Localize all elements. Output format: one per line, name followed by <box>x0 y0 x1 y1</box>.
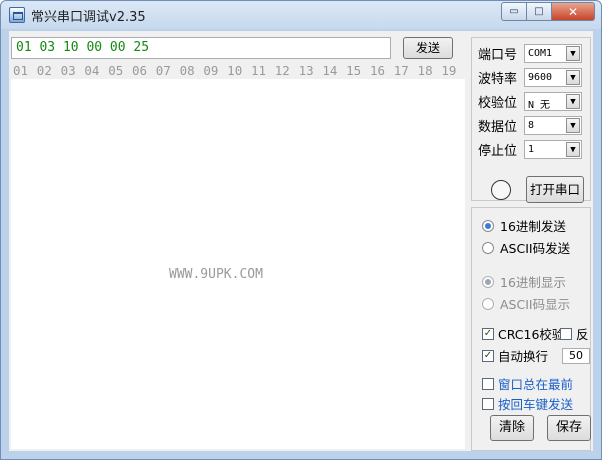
send-input[interactable]: 01 03 10 00 00 25 <box>11 37 391 59</box>
ruler-index: 12 <box>274 63 290 78</box>
send-ascii-label: ASCII码发送 <box>500 241 571 256</box>
baud-select[interactable]: 9600 ▼ <box>524 68 582 87</box>
databits-value: 8 <box>528 120 535 131</box>
port-value: COM1 <box>528 48 553 59</box>
port-select[interactable]: COM1 ▼ <box>524 44 582 63</box>
stopbits-value: 1 <box>528 144 535 155</box>
window-controls: ▭ □ ✕ <box>501 2 595 21</box>
app-icon[interactable] <box>9 7 25 23</box>
baud-label: 波特率 <box>478 72 518 87</box>
checkbox-icon <box>482 377 494 390</box>
reverse-option[interactable]: 反 <box>560 324 589 343</box>
client-area: 01 03 10 00 00 25 发送 01 02 03 04 05 06 07 08 09 1… <box>9 31 593 451</box>
ruler-index: 17 <box>393 63 409 78</box>
close-icon: ✕ <box>567 4 579 19</box>
receive-area[interactable]: WWW.9UPK.COM <box>11 79 465 449</box>
app-window: 常兴串口调试v2.35 ▭ □ ✕ 01 03 10 00 00 25 发送 0… <box>0 0 602 460</box>
title-bar[interactable]: 常兴串口调试v2.35 ▭ □ ✕ <box>1 1 601 29</box>
ruler-index: 03 <box>60 63 76 78</box>
radio-selected-icon <box>482 275 494 288</box>
minimize-icon: ▭ <box>509 6 519 17</box>
stopbits-row: 停止位 1 ▼ <box>478 140 582 159</box>
reverse-label: 反 <box>576 327 589 342</box>
chevron-down-icon: ▼ <box>566 46 580 61</box>
port-status-indicator <box>491 180 511 200</box>
ruler-index: 06 <box>131 63 148 78</box>
chevron-down-icon: ▼ <box>566 94 580 109</box>
send-button[interactable]: 发送 <box>403 37 453 59</box>
port-label: 端口号 <box>478 48 518 63</box>
maximize-button[interactable]: □ <box>527 2 552 21</box>
crc16-label: CRC16校验 <box>498 327 565 342</box>
parity-label: 校验位 <box>478 96 518 111</box>
ruler-index: 15 <box>346 63 362 78</box>
always-on-top-option[interactable]: 窗口总在最前 <box>482 374 573 393</box>
serial-settings-group: 端口号 COM1 ▼ 波特率 9600 ▼ 校验位 N 无 ▼ 数据位 8 ▼ 停止位 <box>471 37 591 203</box>
stopbits-label: 停止位 <box>478 144 518 159</box>
chevron-down-icon: ▼ <box>566 118 580 133</box>
maximize-icon: □ <box>534 6 544 17</box>
port-row: 端口号 COM1 ▼ <box>478 44 582 63</box>
ruler-index: 08 <box>179 63 195 78</box>
ruler-index: 16 <box>369 63 386 78</box>
parity-value: N 无 <box>528 100 551 111</box>
auto-wrap-label: 自动换行 <box>498 349 549 364</box>
show-ascii-option[interactable]: ASCII码显示 <box>482 294 570 313</box>
settings-pane: 端口号 COM1 ▼ 波特率 9600 ▼ 校验位 N 无 ▼ 数据位 8 ▼ 停止位 <box>471 31 593 451</box>
open-port-button[interactable]: 打开串口 <box>526 176 584 203</box>
checkbox-checked-icon: ✓ <box>482 327 494 340</box>
chevron-down-icon: ▼ <box>566 70 580 85</box>
ruler-index: 11 <box>250 63 267 78</box>
databits-row: 数据位 8 ▼ <box>478 116 582 135</box>
send-hex-label: 16进制发送 <box>500 219 566 234</box>
ruler-index: 04 <box>84 63 100 78</box>
crc16-option[interactable]: ✓ CRC16校验 <box>482 324 564 343</box>
save-button[interactable]: 保存 <box>547 415 591 441</box>
window-title: 常兴串口调试v2.35 <box>31 10 146 25</box>
show-hex-label: 16进制显示 <box>500 275 566 290</box>
radio-icon <box>482 241 494 254</box>
data-pane: 01 03 10 00 00 25 发送 01 02 03 04 05 06 07 08 09 1… <box>9 31 465 451</box>
stopbits-select[interactable]: 1 ▼ <box>524 140 582 159</box>
ruler-index: 05 <box>108 63 124 78</box>
checkbox-checked-icon: ✓ <box>482 349 494 362</box>
ruler-index: 19 <box>441 63 457 78</box>
baud-row: 波特率 9600 ▼ <box>478 68 582 87</box>
parity-select[interactable]: N 无 ▼ <box>524 92 582 111</box>
wrap-width-input[interactable]: 50 <box>562 347 591 364</box>
databits-label: 数据位 <box>478 120 518 135</box>
clear-button[interactable]: 清除 <box>490 415 534 441</box>
auto-wrap-option[interactable]: ✓ 自动换行 50 <box>482 346 591 365</box>
close-button[interactable]: ✕ <box>552 2 595 21</box>
radio-icon <box>482 297 494 310</box>
minimize-button[interactable]: ▭ <box>501 2 527 21</box>
radio-selected-icon <box>482 219 494 232</box>
chevron-down-icon: ▼ <box>566 142 580 157</box>
byte-ruler: 01 02 03 04 05 06 07 08 09 10 11 12 13 14 15 16 17 18 19 <box>13 63 465 78</box>
show-hex-option[interactable]: 16进制显示 <box>482 272 566 291</box>
parity-row: 校验位 N 无 ▼ <box>478 92 582 111</box>
ruler-index: 07 <box>155 63 171 78</box>
ruler-index: 10 <box>227 63 243 78</box>
ruler-index: 02 <box>36 63 52 78</box>
databits-select[interactable]: 8 ▼ <box>524 116 582 135</box>
checkbox-icon <box>482 397 494 410</box>
ruler-index: 13 <box>298 63 314 78</box>
ruler-index: 14 <box>322 63 338 78</box>
always-on-top-label: 窗口总在最前 <box>498 377 574 392</box>
send-hex-option[interactable]: 16进制发送 <box>482 216 566 235</box>
send-ascii-option[interactable]: ASCII码发送 <box>482 238 570 257</box>
baud-value: 9600 <box>528 72 553 83</box>
ruler-index: 01 <box>13 63 29 78</box>
show-ascii-label: ASCII码显示 <box>500 297 571 312</box>
enter-send-option[interactable]: 按回车键发送 <box>482 394 573 413</box>
enter-send-label: 按回车键发送 <box>498 397 574 412</box>
watermark-text: WWW.9UPK.COM <box>169 267 263 282</box>
ruler-index: 18 <box>417 63 433 78</box>
ruler-index: 09 <box>203 63 219 78</box>
checkbox-icon <box>560 327 572 340</box>
